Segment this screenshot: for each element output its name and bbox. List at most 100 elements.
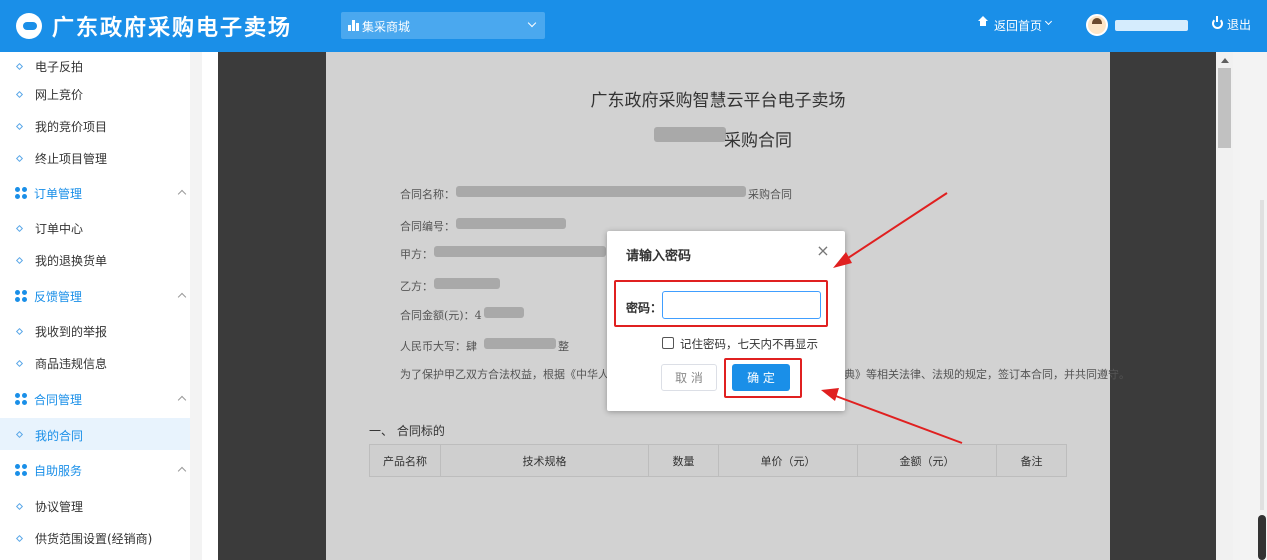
sidebar-item-label: 终止项目管理 xyxy=(35,152,108,166)
cancel-button[interactable]: 取 消 xyxy=(661,364,717,391)
redacted-text xyxy=(434,246,606,257)
sidebar-group-self-service[interactable]: 自助服务 xyxy=(0,456,190,484)
contract-name-field: 合同名称： xyxy=(400,188,455,201)
sidebar-group-label: 合同管理 xyxy=(34,393,83,407)
sidebar-group-feedback[interactable]: 反馈管理 xyxy=(0,282,190,310)
diamond-bullet-icon xyxy=(15,154,24,163)
remember-password-checkbox[interactable] xyxy=(662,337,674,349)
logout-label: 退出 xyxy=(1227,18,1252,32)
sidebar-item-order-center[interactable]: 订单中心 xyxy=(0,214,190,242)
logo-icon xyxy=(16,13,42,39)
sidebar-item-reports-received[interactable]: 我收到的举报 xyxy=(0,317,190,345)
mall-select-label: 集采商城 xyxy=(362,20,411,34)
diamond-bullet-icon xyxy=(15,122,24,131)
scroll-up-arrow-icon[interactable] xyxy=(1221,58,1229,63)
username-redacted[interactable] xyxy=(1115,20,1188,31)
party-b-field: 乙方： xyxy=(400,280,433,293)
document-vertical-scrollbar[interactable] xyxy=(1216,52,1233,560)
diamond-bullet-icon xyxy=(15,62,24,71)
home-icon xyxy=(978,16,988,28)
page-scrollbar-track[interactable] xyxy=(1260,200,1264,510)
redacted-text xyxy=(456,218,566,229)
power-icon xyxy=(1212,16,1223,29)
annotation-box-password xyxy=(614,280,828,327)
table-header-cell: 备注 xyxy=(1020,454,1043,468)
chevron-up-icon xyxy=(177,395,187,405)
chevron-up-icon xyxy=(177,189,187,199)
user-avatar[interactable] xyxy=(1086,14,1108,36)
remember-password-label: 记住密码，七天内不再显示 xyxy=(680,337,818,351)
group-dots-icon xyxy=(15,464,27,476)
contract-amount-field: 合同金额(元)：4 xyxy=(400,309,482,322)
party-a-field: 甲方： xyxy=(400,248,433,261)
sidebar-item-violations[interactable]: 商品违规信息 xyxy=(0,349,190,377)
sidebar-item-agreements[interactable]: 协议管理 xyxy=(0,492,190,520)
chevron-down-icon xyxy=(527,18,537,28)
sidebar-item-label: 订单中心 xyxy=(35,222,84,236)
sidebar-item-terminated-projects[interactable]: 终止项目管理 xyxy=(0,144,190,172)
mall-select-dropdown[interactable]: 集采商城 xyxy=(341,12,545,39)
document-subtitle: 采购合同 xyxy=(724,131,792,151)
contract-paragraph-end: 典》等相关法律、法规的规定，签订本合同，并共同遵守。 xyxy=(844,368,1130,381)
rmb-amount-field: 人民币大写：肆 xyxy=(400,340,477,353)
site-logo-text: 广东政府采购电子卖场 xyxy=(52,15,293,41)
contract-paragraph-start: 为了保护甲乙双方合法权益，根据《中华人 xyxy=(400,368,609,381)
diamond-bullet-icon xyxy=(15,327,24,336)
dialog-title: 请输入密码 xyxy=(626,249,692,264)
sidebar-item-supply-range[interactable]: 供货范围设置(经销商) xyxy=(0,524,190,552)
sidebar-item-label: 电子反拍 xyxy=(35,60,84,74)
sidebar-item-label: 我的退换货单 xyxy=(35,254,108,268)
annotation-box-confirm xyxy=(724,358,802,398)
table-header-cell: 金额（元） xyxy=(858,445,997,476)
contract-name-suffix: 采购合同 xyxy=(748,188,792,201)
home-link-label: 返回首页 xyxy=(994,19,1043,33)
top-header: 广东政府采购电子卖场 集采商城 返回首页 退出 xyxy=(0,0,1267,52)
sidebar-group-contracts[interactable]: 合同管理 xyxy=(0,385,190,413)
sidebar-group-label: 订单管理 xyxy=(34,187,83,201)
table-header-cell: 单价（元） xyxy=(719,445,858,476)
group-dots-icon xyxy=(15,290,27,302)
diamond-bullet-icon xyxy=(15,502,24,511)
redacted-text xyxy=(484,338,556,349)
sidebar-item-label: 我的合同 xyxy=(35,429,84,443)
chevron-up-icon xyxy=(177,466,187,476)
group-dots-icon xyxy=(15,187,27,199)
diamond-bullet-icon xyxy=(15,534,24,543)
sidebar-group-orders[interactable]: 订单管理 xyxy=(0,179,190,207)
section-title: 一、 合同标的 xyxy=(369,424,445,438)
diamond-bullet-icon xyxy=(15,256,24,265)
sidebar-item-label: 网上竞价 xyxy=(35,88,84,102)
sidebar-item-label: 我的竞价项目 xyxy=(35,120,108,134)
sidebar-group-label: 反馈管理 xyxy=(34,290,83,304)
sidebar-item-my-bidding-projects[interactable]: 我的竞价项目 xyxy=(0,112,190,140)
sidebar: 电子反拍 网上竞价 我的竞价项目 终止项目管理 订单管理 订单中心 我的退换货单… xyxy=(0,52,190,560)
contract-items-table-header: 产品名称 技术规格 数量 单价（元） 金额（元） 备注 xyxy=(369,444,1067,477)
table-header-cell: 数量 xyxy=(649,445,719,476)
bar-chart-icon xyxy=(348,20,359,31)
sidebar-item-label: 协议管理 xyxy=(35,500,84,514)
sidebar-item-returns[interactable]: 我的退换货单 xyxy=(0,246,190,274)
sidebar-item-label: 商品违规信息 xyxy=(35,357,108,371)
table-header-cell: 产品名称 xyxy=(370,445,441,476)
sidebar-item-label: 我收到的举报 xyxy=(35,325,108,339)
diamond-bullet-icon xyxy=(15,430,24,439)
chevron-up-icon xyxy=(177,292,187,302)
group-dots-icon xyxy=(15,393,27,405)
table-header-cell: 技术规格 xyxy=(441,445,649,476)
close-icon[interactable]: × xyxy=(815,243,831,259)
scrollbar-thumb[interactable] xyxy=(1218,68,1231,148)
redacted-text xyxy=(456,186,746,197)
sidebar-item-reverse-auction[interactable]: 电子反拍 xyxy=(0,52,190,80)
sidebar-item-my-contracts[interactable]: 我的合同 xyxy=(0,418,190,450)
document-title: 广东政府采购智慧云平台电子卖场 xyxy=(590,91,846,111)
sidebar-item-label: 供货范围设置(经销商) xyxy=(35,532,153,546)
diamond-bullet-icon xyxy=(15,224,24,233)
sidebar-item-online-bidding[interactable]: 网上竞价 xyxy=(0,80,190,108)
redacted-text xyxy=(484,307,524,318)
rmb-amount-suffix: 整 xyxy=(558,340,569,353)
redacted-text xyxy=(434,278,500,289)
sidebar-group-label: 自助服务 xyxy=(34,464,83,478)
chevron-down-icon xyxy=(1044,17,1053,26)
page-scrollbar-thumb[interactable] xyxy=(1258,515,1266,560)
diamond-bullet-icon xyxy=(15,90,24,99)
